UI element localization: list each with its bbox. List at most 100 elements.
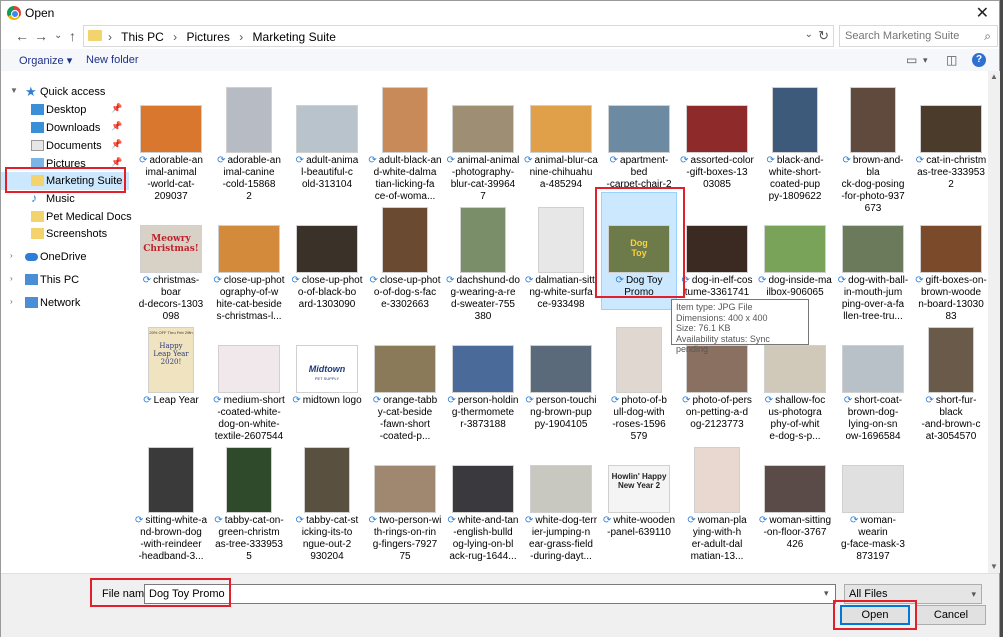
file-item[interactable]: ⟳ black-and- white-short- coated-pup py-1…	[758, 75, 832, 202]
refresh-icon[interactable]: ↻	[818, 28, 829, 44]
sidebar-item-music[interactable]: ♪ Music	[1, 190, 129, 208]
file-item[interactable]: ⟳ assorted-color -gift-boxes-13 03085	[680, 75, 754, 193]
file-item[interactable]: Dog Toy ⟳ Dog Toy Promo	[601, 192, 677, 313]
file-item[interactable]: ⟳ sitting-white-a nd-brown-dog -with-rein…	[134, 435, 208, 562]
sidebar-item-pet-medical-docs[interactable]: Pet Medical Docs	[1, 208, 132, 226]
file-item[interactable]: ⟳ white-dog-terr ier-jumping-n ear-grass-…	[524, 435, 598, 562]
file-name-text: white-and-tan -english-bulld og-lying-on…	[449, 515, 519, 562]
file-item[interactable]: ⟳ brown-and-bla ck-dog-posing -for-photo-…	[836, 75, 910, 214]
cancel-button[interactable]: Cancel	[916, 605, 986, 625]
file-item[interactable]: ⟳ dog-in-elf-cos tume-3361741	[680, 195, 754, 313]
address-bar[interactable]: › This PC › Pictures › Marketing Suite ⌄…	[83, 25, 834, 47]
chevron-down-icon[interactable]: ⌄	[805, 29, 813, 40]
file-item[interactable]: ⟳ adorable-an imal-canine -cold-15868 2	[212, 75, 286, 202]
file-item[interactable]: Meowry Christmas! ⟳ christmas-boar d-decor…	[134, 195, 208, 322]
chevron-down-icon[interactable]: ▾	[824, 588, 829, 599]
close-icon[interactable]: ✕	[976, 3, 989, 23]
file-item[interactable]: ⟳ person-holdin g-thermomete r-3873188	[446, 315, 520, 433]
file-item[interactable]: ⟳ tabby-cat-on- green-christm as-tree-333…	[212, 435, 286, 562]
file-item[interactable]: ⟳ orange-tabb y-cat-beside -fawn-short -c…	[368, 315, 442, 442]
sidebar-item-screenshots[interactable]: Screenshots	[1, 225, 129, 243]
sync-pending-icon: ⟳	[758, 515, 768, 526]
forward-icon[interactable]: →	[34, 28, 48, 44]
sync-pending-icon: ⟳	[602, 515, 612, 526]
new-folder-button[interactable]: New folder	[86, 54, 139, 66]
sidebar-item-documents[interactable]: Documents 📌	[1, 137, 129, 155]
chevron-down-icon[interactable]: ▾	[923, 55, 928, 66]
filename-input[interactable]	[144, 584, 836, 604]
file-item[interactable]: ⟳ close-up-phot o-of-dog-s-fac e-3302663	[368, 195, 442, 313]
recent-locations-icon[interactable]: ⌄	[54, 30, 62, 41]
file-item[interactable]: ⟳ close-up-phot ography-of-w hite-cat-bes…	[212, 195, 286, 322]
command-bar: Organize ▾ New folder ▭ ▾ ◫ ?	[1, 49, 999, 71]
file-item[interactable]: ⟳apartment-bed -carpet-chair-2 69141	[602, 75, 676, 202]
file-item[interactable]: ⟳ short-coat- brown-dog- lying-on-sn ow-1…	[836, 315, 910, 442]
file-type-select[interactable]: All Files ▾	[844, 584, 982, 604]
sync-pending-icon: ⟳	[837, 275, 847, 286]
sidebar-item-marketing-suite[interactable]: Marketing Suite	[1, 172, 129, 190]
expand-icon[interactable]: ›	[10, 297, 13, 306]
file-item[interactable]: ⟳ dog-with-ball- in-mouth-jum ping-over-a…	[836, 195, 910, 322]
file-item[interactable]: ⟳ woman-sitting -on-floor-3767 426	[758, 435, 832, 553]
folder-icon	[31, 228, 44, 239]
file-item[interactable]: ⟳ gift-boxes-on- brown-woode n-board-1303…	[914, 195, 988, 322]
navigation-pane: ▼ ★ Quick access Desktop 📌 Downloads 📌 D…	[1, 80, 132, 570]
file-item[interactable]: ⟳ person-touchi ng-brown-pup py-1904105	[524, 315, 598, 433]
sidebar-item-this-pc[interactable]: › This PC	[1, 271, 129, 289]
file-item[interactable]: ⟳ photo-of-b ull-dog-with -roses-1596 579	[602, 315, 676, 442]
expand-icon[interactable]: ›	[10, 251, 13, 260]
back-icon[interactable]: ←	[15, 28, 29, 44]
expand-icon[interactable]: ▼	[10, 86, 18, 95]
file-item[interactable]: ⟳ white-and-tan -english-bulld og-lying-o…	[446, 435, 520, 562]
file-item[interactable]: ⟳ woman-wearin g-face-mask-3 873197	[836, 435, 910, 562]
sync-pending-icon: ⟳	[615, 275, 624, 286]
organize-button[interactable]: Organize ▾	[19, 54, 72, 67]
sidebar-item-desktop[interactable]: Desktop 📌	[1, 101, 129, 119]
vertical-scrollbar[interactable]: ▲ ▼	[988, 71, 1000, 573]
file-item[interactable]: 20% OFF Thru Feb 29th Happy Leap Year 202…	[134, 315, 208, 433]
file-item[interactable]: Midtown PET SUPPLY ⟳ midtown logo	[290, 315, 364, 433]
sync-pending-icon: ⟳	[764, 395, 774, 406]
documents-icon	[31, 140, 44, 151]
file-item[interactable]: ⟳ close-up-phot o-of-black-bo ard-1303090	[290, 195, 364, 313]
open-button[interactable]: Open	[840, 605, 910, 625]
help-icon[interactable]: ?	[972, 53, 986, 67]
file-item[interactable]: ⟳ cat-in-christm as-tree-333953 2	[914, 75, 988, 193]
view-options-icon[interactable]: ▭	[906, 53, 917, 67]
file-item[interactable]: ⟳ adult-anima l-beautiful-c old-313104	[290, 75, 364, 193]
sidebar-item-downloads[interactable]: Downloads 📌	[1, 119, 129, 137]
search-icon[interactable]: ⌕	[984, 29, 991, 44]
preview-pane-icon[interactable]: ◫	[946, 53, 957, 67]
sync-pending-icon: ⟳	[842, 155, 851, 166]
file-item[interactable]: ⟳ animal-blur-ca nine-chihuahu a-485294	[524, 75, 598, 193]
file-item[interactable]: ⟳ dog-inside-ma ilbox-906065	[758, 195, 832, 313]
scroll-up-icon[interactable]: ▲	[988, 71, 1000, 83]
up-icon[interactable]: ↑	[69, 28, 76, 44]
file-name-text: Leap Year	[153, 395, 199, 406]
file-item[interactable]: ⟳ animal-animal -photography- blur-cat-39…	[446, 75, 520, 202]
sidebar-item-pictures[interactable]: Pictures 📌	[1, 155, 129, 173]
file-item[interactable]: ⟳ adult-black-an d-white-dalma tian-licki…	[368, 75, 442, 202]
file-item[interactable]: Howlin' Happy New Year 2 ⟳ white-wooden -p…	[602, 435, 676, 553]
file-item[interactable]: ⟳ adorable-an imal-animal -world-cat- 209…	[134, 75, 208, 202]
file-item[interactable]: ⟳ woman-pla ying-with-h er-adult-dal mati…	[680, 435, 754, 562]
expand-icon[interactable]: ›	[10, 274, 13, 283]
file-item[interactable]: ⟳ short-fur-black -and-brown-c at-3054570	[914, 315, 988, 442]
tooltip-line: Availability status: Sync pending	[676, 333, 770, 355]
file-thumbnail: Howlin' Happy New Year 2	[608, 465, 670, 513]
sidebar-item-onedrive[interactable]: › OneDrive	[1, 248, 129, 266]
breadcrumb-item[interactable]: Marketing Suite	[253, 30, 336, 44]
breadcrumb-item[interactable]: This PC	[121, 30, 164, 44]
sidebar-item-network[interactable]: › Network	[1, 294, 129, 312]
file-item[interactable]: ⟳ two-person-wi th-rings-on-rin g-fingers…	[368, 435, 442, 562]
file-item[interactable]: ⟳ dachshund-do g-wearing-a-re d-sweater-7…	[446, 195, 520, 322]
file-item[interactable]: ⟳ dalmatian-sitti ng-white-surfa ce-93349…	[524, 195, 598, 313]
scroll-down-icon[interactable]: ▼	[988, 561, 1000, 573]
breadcrumb-item[interactable]: Pictures	[187, 30, 230, 44]
file-item[interactable]: ⟳ tabby-cat-st icking-its-to ngue-out-2 9…	[290, 435, 364, 562]
search-input[interactable]	[845, 27, 975, 45]
sidebar-item-quick-access[interactable]: ▼ ★ Quick access	[1, 83, 129, 101]
file-thumbnail	[608, 105, 670, 153]
file-item[interactable]: ⟳ medium-short -coated-white- dog-on-whit…	[212, 315, 286, 442]
file-thumbnail	[460, 207, 506, 273]
